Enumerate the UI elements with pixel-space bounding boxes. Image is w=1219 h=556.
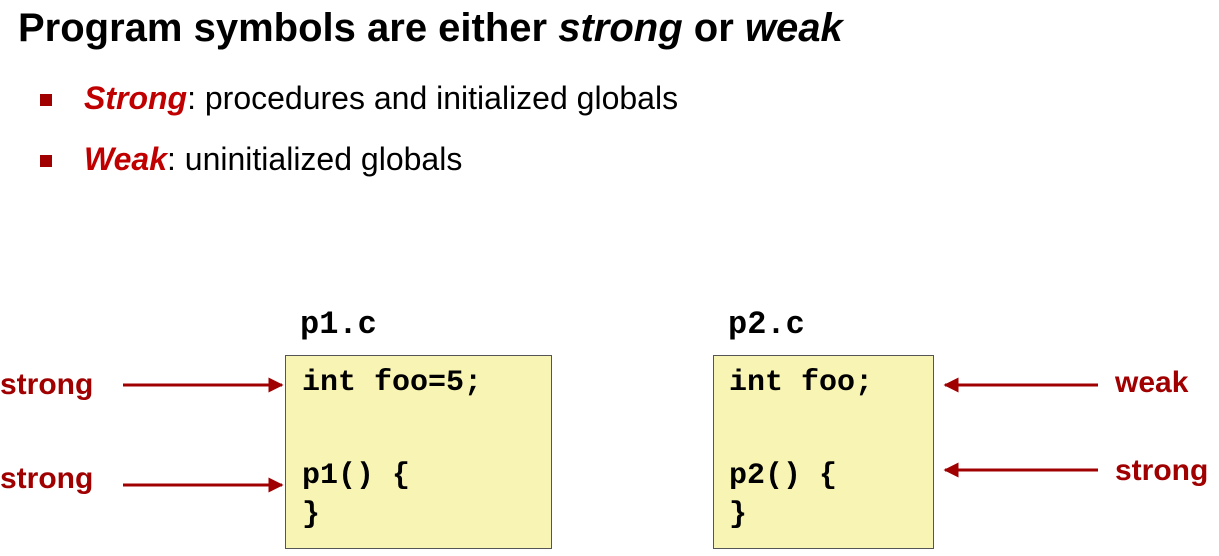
arrows-layer bbox=[123, 377, 1098, 493]
